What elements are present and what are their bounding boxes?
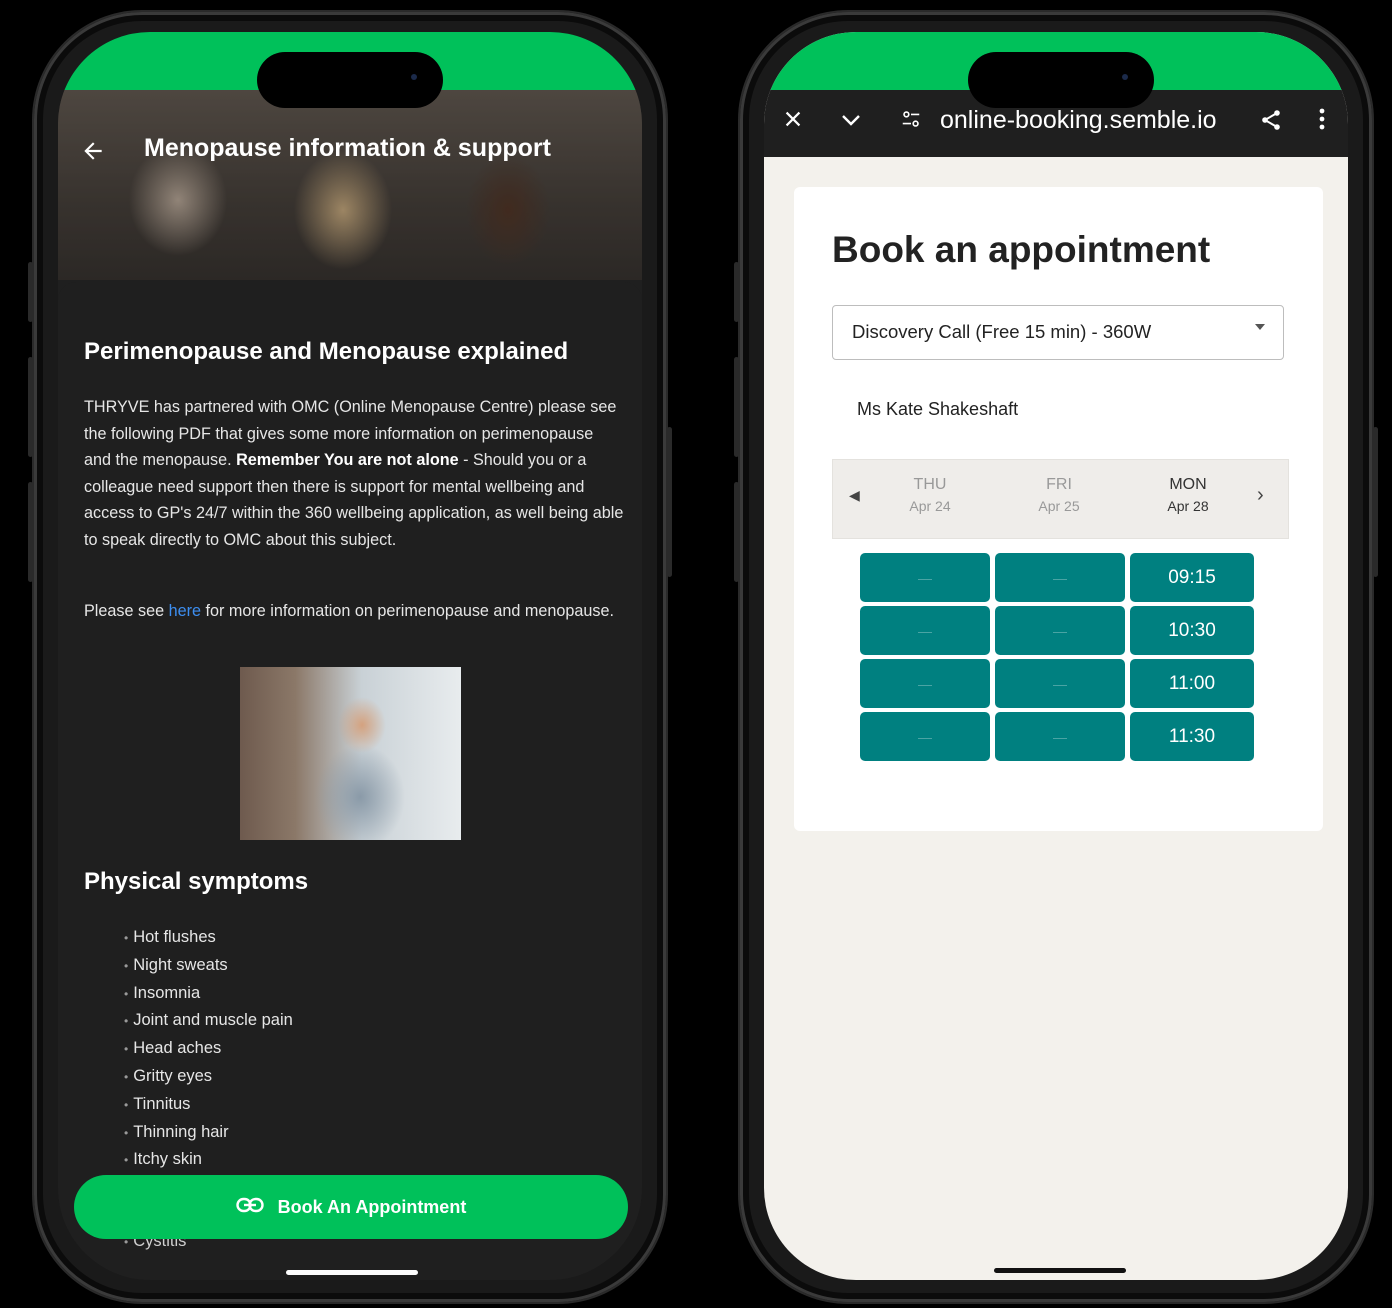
time-slot-button[interactable]: 11:00	[1130, 659, 1254, 708]
url-bar[interactable]: online-booking.semble.io	[940, 106, 1217, 135]
date-navigator: ◀ THU Apr 24 FRI Apr 25 MON Apr 28 ›	[832, 459, 1289, 539]
service-select[interactable]: Discovery Call (Free 15 min) - 360W	[832, 305, 1284, 360]
right-screen: online-booking.semble.io Book an appoint…	[764, 32, 1348, 1280]
home-indicator	[994, 1268, 1126, 1273]
more-info-paragraph: Please see here for more information on …	[84, 602, 615, 620]
book-appointment-label: Book An Appointment	[277, 1196, 467, 1217]
empty-slot: —	[995, 712, 1125, 761]
page-title: Book an appointment	[832, 229, 1211, 270]
dynamic-island	[968, 52, 1154, 108]
home-indicator	[286, 1270, 418, 1275]
empty-slot: —	[995, 659, 1125, 708]
time-slot-button[interactable]: 09:15	[1130, 553, 1254, 602]
practitioner-name[interactable]: Ms Kate Shakeshaft	[857, 399, 1018, 420]
volume-down-button	[28, 482, 33, 582]
tune-icon[interactable]	[896, 108, 926, 138]
date-column[interactable]: FRI Apr 25	[1014, 476, 1104, 514]
service-select-value: Discovery Call (Free 15 min) - 360W	[852, 321, 1152, 342]
list-item: Itchy skin	[124, 1146, 293, 1174]
booking-widget: Book an appointment Discovery Call (Free…	[794, 187, 1323, 831]
caret-down-icon	[1255, 324, 1265, 330]
date-column[interactable]: THU Apr 24	[885, 476, 975, 514]
volume-down-button	[734, 482, 739, 582]
share-icon[interactable]	[1256, 108, 1286, 138]
right-phone-frame: online-booking.semble.io Book an appoint…	[734, 12, 1378, 1302]
list-item: Gritty eyes	[124, 1063, 293, 1091]
time-slot-button[interactable]: 10:30	[1130, 606, 1254, 655]
list-item: Joint and muscle pain	[124, 1007, 293, 1035]
power-button	[667, 427, 672, 577]
empty-slot: —	[995, 553, 1125, 602]
intro-paragraph: THRYVE has partnered with OMC (Online Me…	[84, 398, 624, 549]
list-item: Thinning hair	[124, 1119, 293, 1147]
here-link[interactable]: here	[169, 602, 201, 620]
symptoms-list: Hot flushes Night sweats Insomnia Joint …	[124, 924, 293, 1174]
page-title: Menopause information & support	[144, 134, 551, 162]
previous-arrow-icon[interactable]: ◀	[849, 487, 860, 504]
volume-up-button	[28, 357, 33, 457]
empty-slot: —	[995, 606, 1125, 655]
close-icon[interactable]	[778, 108, 808, 138]
empty-slot: —	[860, 553, 990, 602]
mute-switch	[28, 262, 33, 322]
symptoms-title: Physical symptoms	[84, 868, 309, 895]
article-card: Perimenopause and Menopause explained TH…	[58, 282, 642, 1280]
link-icon	[235, 1197, 264, 1218]
header-hero-image: Menopause information & support	[58, 90, 642, 280]
left-screen: Menopause information & support Perimeno…	[58, 32, 642, 1280]
more-vertical-icon[interactable]	[1310, 108, 1334, 138]
time-slot-button[interactable]: 11:30	[1130, 712, 1254, 761]
date-column[interactable]: MON Apr 28	[1143, 476, 1233, 514]
volume-up-button	[734, 357, 739, 457]
list-item: Night sweats	[124, 952, 293, 980]
list-item: Hot flushes	[124, 924, 293, 952]
mute-switch	[734, 262, 739, 322]
empty-slot: —	[860, 712, 990, 761]
next-arrow-icon[interactable]: ›	[1257, 484, 1264, 507]
empty-slot: —	[860, 659, 990, 708]
list-item: Tinnitus	[124, 1091, 293, 1119]
section-title: Perimenopause and Menopause explained	[84, 338, 569, 365]
list-item: Head aches	[124, 1035, 293, 1063]
dynamic-island	[257, 52, 443, 108]
arrow-left-icon[interactable]	[80, 138, 106, 164]
chevron-down-icon[interactable]	[836, 108, 866, 138]
empty-slot: —	[860, 606, 990, 655]
list-item: Insomnia	[124, 980, 293, 1008]
book-appointment-button[interactable]: Book An Appointment	[74, 1175, 628, 1239]
left-phone-frame: Menopause information & support Perimeno…	[28, 12, 672, 1302]
power-button	[1373, 427, 1378, 577]
article-image	[240, 667, 461, 840]
